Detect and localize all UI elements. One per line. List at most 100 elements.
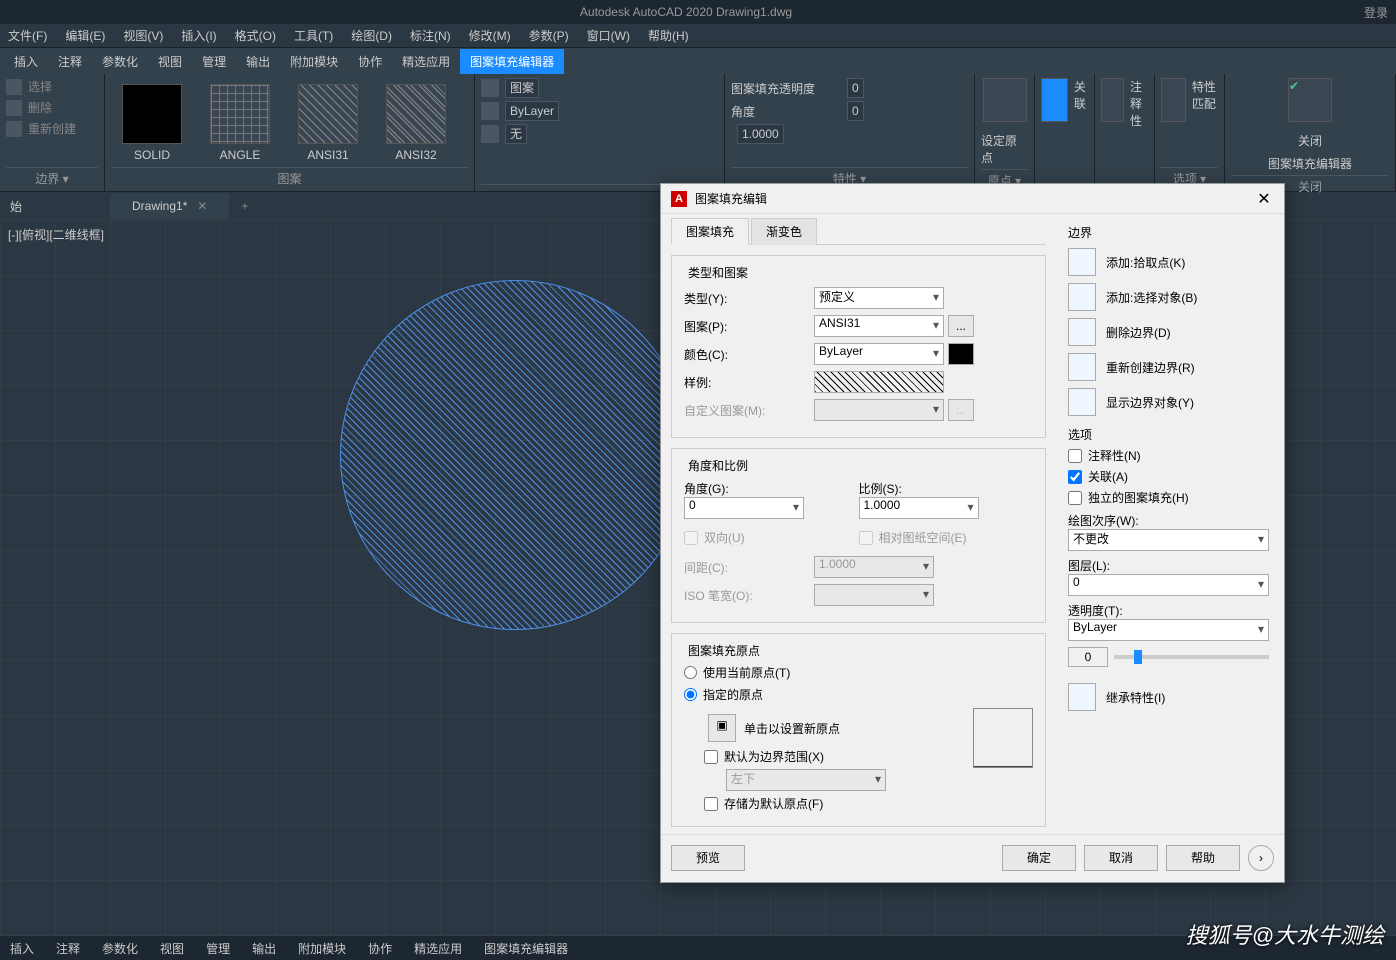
match-button[interactable] [1161, 78, 1186, 122]
swatch-angle[interactable]: ANGLE [199, 78, 281, 162]
color-dd[interactable]: ByLayer [505, 101, 559, 121]
titlebar: Autodesk AutoCAD 2020 Drawing1.dwg 登录 [0, 0, 1396, 24]
preview-button[interactable]: 预览 [671, 845, 745, 871]
angle-select[interactable]: 0 [684, 497, 804, 519]
transparency-number[interactable]: 0 [1068, 647, 1108, 667]
subtab-hatch[interactable]: 图案填充 [671, 218, 749, 245]
delete-icon[interactable] [6, 100, 22, 116]
swatch-solid[interactable]: SOLID [111, 78, 193, 162]
default-extents-checkbox[interactable] [704, 750, 718, 764]
associative-checkbox[interactable] [1068, 470, 1082, 484]
show-boundary-icon[interactable] [1068, 388, 1096, 416]
remove-boundary-icon[interactable] [1068, 318, 1096, 346]
sample-swatch[interactable] [814, 371, 944, 393]
angle-value[interactable]: 0 [847, 101, 864, 121]
select-icon[interactable] [6, 79, 22, 95]
set-origin-button[interactable] [983, 78, 1027, 122]
menu-modify[interactable]: 修改(M) [469, 27, 511, 44]
add-select-button[interactable]: 添加:选择对象(B) [1106, 289, 1197, 306]
layer-select[interactable]: 0 [1068, 574, 1269, 596]
color-swatch-button[interactable] [948, 343, 974, 365]
scale-value[interactable]: 1.0000 [737, 124, 784, 144]
menu-view[interactable]: 视图(V) [123, 27, 163, 44]
color-select[interactable]: ByLayer [814, 343, 944, 365]
type-select[interactable]: 预定义 [814, 287, 944, 309]
menu-edit[interactable]: 编辑(E) [65, 27, 105, 44]
tab-manage[interactable]: 管理 [192, 49, 236, 74]
hatched-circle[interactable] [340, 280, 690, 630]
menu-param[interactable]: 参数(P) [529, 27, 569, 44]
menu-draw[interactable]: 绘图(D) [351, 27, 392, 44]
tab-addins[interactable]: 附加模块 [280, 49, 348, 74]
start-tab[interactable]: 始 [10, 198, 22, 215]
inherit-button[interactable]: 继承特性(I) [1106, 689, 1165, 706]
login-label[interactable]: 登录 [1364, 4, 1388, 21]
use-current-origin-radio[interactable] [684, 666, 697, 679]
ok-button[interactable]: 确定 [1002, 845, 1076, 871]
remove-boundary-button[interactable]: 删除边界(D) [1106, 324, 1171, 341]
annot-button[interactable] [1101, 78, 1124, 122]
cancel-button[interactable]: 取消 [1084, 845, 1158, 871]
menu-insert[interactable]: 插入(I) [181, 27, 216, 44]
separate-checkbox[interactable] [1068, 491, 1082, 505]
hatch-type-dd[interactable]: 图案 [505, 78, 539, 98]
store-default-checkbox[interactable] [704, 797, 718, 811]
tab-annotate[interactable]: 注释 [48, 49, 92, 74]
pattern-select[interactable]: ANSI31 [814, 315, 944, 337]
menu-tools[interactable]: 工具(T) [294, 27, 333, 44]
tab-parametric[interactable]: 参数化 [92, 49, 148, 74]
pattern-browse-button[interactable]: ... [948, 315, 974, 337]
drawing-tab[interactable]: Drawing1* ✕ [110, 193, 229, 219]
recreate-boundary-button[interactable]: 重新创建边界(R) [1106, 359, 1195, 376]
add-select-icon[interactable] [1068, 283, 1096, 311]
recreate-label: 重新创建 [28, 120, 76, 137]
view-label[interactable]: [-][俯视][二维线框] [8, 226, 104, 243]
scale-select[interactable]: 1.0000 [859, 497, 979, 519]
transparency-slider[interactable]: 0 [1068, 647, 1269, 667]
extents-select: 左下 [726, 769, 886, 791]
tab-collab[interactable]: 协作 [348, 49, 392, 74]
recreate-icon[interactable] [6, 121, 22, 137]
tab-insert[interactable]: 插入 [4, 49, 48, 74]
swatch-ansi32[interactable]: ANSI32 [375, 78, 457, 162]
recreate-boundary-icon[interactable] [1068, 353, 1096, 381]
bg-dd[interactable]: 无 [505, 124, 527, 144]
add-pick-icon[interactable] [1068, 248, 1096, 276]
draw-order-select[interactable]: 不更改 [1068, 529, 1269, 551]
tab-output[interactable]: 输出 [236, 49, 280, 74]
menu-window[interactable]: 窗口(W) [587, 27, 630, 44]
tab-featured[interactable]: 精选应用 [392, 49, 460, 74]
app-title: Autodesk AutoCAD 2020 Drawing1.dwg [8, 5, 1364, 19]
expand-button[interactable]: › [1248, 845, 1274, 871]
annotative-checkbox[interactable] [1068, 449, 1082, 463]
menubar: 文件(F) 编辑(E) 视图(V) 插入(I) 格式(O) 工具(T) 绘图(D… [0, 24, 1396, 48]
dialog-titlebar[interactable]: A 图案填充编辑 ✕ [661, 184, 1284, 214]
transparency-select[interactable]: ByLayer [1068, 619, 1269, 641]
tab-hatch-editor[interactable]: 图案填充编辑器 [460, 49, 564, 74]
tab-view[interactable]: 视图 [148, 49, 192, 74]
new-tab-button[interactable]: + [241, 199, 248, 213]
panel-boundary-label[interactable]: 边界 ▾ [6, 167, 98, 187]
specified-origin-radio[interactable] [684, 688, 697, 701]
menu-file[interactable]: 文件(F) [8, 27, 47, 44]
dialog-close-button[interactable]: ✕ [1254, 189, 1274, 209]
dialog-subtabs: 图案填充 渐变色 [671, 218, 1046, 245]
add-pick-button[interactable]: 添加:拾取点(K) [1106, 254, 1185, 271]
panel-pattern-label[interactable]: 图案 [111, 167, 468, 187]
subtab-gradient[interactable]: 渐变色 [751, 218, 817, 245]
panel-boundary: 选择 删除 重新创建 边界 ▾ [0, 74, 105, 191]
assoc-button[interactable] [1041, 78, 1068, 122]
inherit-icon[interactable] [1068, 683, 1096, 711]
swatch-ansi31[interactable]: ANSI31 [287, 78, 369, 162]
menu-help[interactable]: 帮助(H) [648, 27, 689, 44]
close-icon[interactable]: ✕ [197, 199, 207, 213]
pick-origin-button[interactable]: ▣ [708, 714, 736, 742]
group-options: 选项 注释性(N) 关联(A) 独立的图案填充(H) 绘图次序(W): 不更改 … [1068, 426, 1269, 667]
spacing-input: 1.0000 [814, 556, 934, 578]
help-button[interactable]: 帮助 [1166, 845, 1240, 871]
show-boundary-button[interactable]: 显示边界对象(Y) [1106, 394, 1194, 411]
transparency-value[interactable]: 0 [847, 78, 864, 98]
menu-dim[interactable]: 标注(N) [410, 27, 451, 44]
close-button[interactable]: ✔ [1288, 78, 1332, 122]
menu-format[interactable]: 格式(O) [235, 27, 276, 44]
